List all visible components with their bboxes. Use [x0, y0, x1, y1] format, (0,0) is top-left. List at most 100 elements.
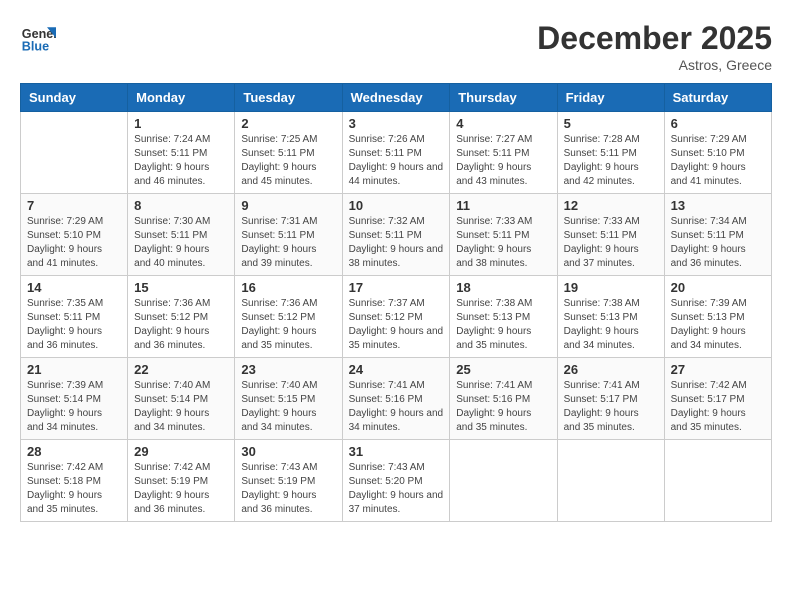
week-row-1: 1 Sunrise: 7:24 AMSunset: 5:11 PMDayligh…	[21, 112, 772, 194]
calendar-cell: 20 Sunrise: 7:39 AMSunset: 5:13 PMDaylig…	[664, 276, 771, 358]
calendar-cell: 4 Sunrise: 7:27 AMSunset: 5:11 PMDayligh…	[450, 112, 557, 194]
day-info: Sunrise: 7:42 AMSunset: 5:17 PMDaylight:…	[671, 379, 765, 435]
day-info: Sunrise: 7:43 AMSunset: 5:20 PMDaylight:…	[349, 461, 444, 517]
weekday-header-friday: Friday	[557, 84, 664, 112]
day-number: 3	[349, 116, 444, 131]
week-row-2: 7 Sunrise: 7:29 AMSunset: 5:10 PMDayligh…	[21, 194, 772, 276]
calendar-cell: 14 Sunrise: 7:35 AMSunset: 5:11 PMDaylig…	[21, 276, 128, 358]
day-number: 9	[241, 198, 335, 213]
week-row-4: 21 Sunrise: 7:39 AMSunset: 5:14 PMDaylig…	[21, 358, 772, 440]
calendar-cell: 7 Sunrise: 7:29 AMSunset: 5:10 PMDayligh…	[21, 194, 128, 276]
weekday-header-row: SundayMondayTuesdayWednesdayThursdayFrid…	[21, 84, 772, 112]
week-row-3: 14 Sunrise: 7:35 AMSunset: 5:11 PMDaylig…	[21, 276, 772, 358]
calendar-cell: 15 Sunrise: 7:36 AMSunset: 5:12 PMDaylig…	[128, 276, 235, 358]
day-info: Sunrise: 7:29 AMSunset: 5:10 PMDaylight:…	[27, 215, 121, 271]
day-number: 20	[671, 280, 765, 295]
day-number: 14	[27, 280, 121, 295]
day-number: 27	[671, 362, 765, 377]
calendar-cell: 17 Sunrise: 7:37 AMSunset: 5:12 PMDaylig…	[342, 276, 450, 358]
calendar-cell: 13 Sunrise: 7:34 AMSunset: 5:11 PMDaylig…	[664, 194, 771, 276]
weekday-header-sunday: Sunday	[21, 84, 128, 112]
calendar-cell: 25 Sunrise: 7:41 AMSunset: 5:16 PMDaylig…	[450, 358, 557, 440]
day-info: Sunrise: 7:28 AMSunset: 5:11 PMDaylight:…	[564, 133, 658, 189]
logo: General Blue	[20, 20, 60, 56]
day-info: Sunrise: 7:42 AMSunset: 5:19 PMDaylight:…	[134, 461, 228, 517]
svg-text:Blue: Blue	[22, 40, 49, 54]
day-number: 12	[564, 198, 658, 213]
day-number: 13	[671, 198, 765, 213]
day-number: 25	[456, 362, 550, 377]
day-number: 23	[241, 362, 335, 377]
calendar-cell: 5 Sunrise: 7:28 AMSunset: 5:11 PMDayligh…	[557, 112, 664, 194]
weekday-header-monday: Monday	[128, 84, 235, 112]
calendar-cell: 18 Sunrise: 7:38 AMSunset: 5:13 PMDaylig…	[450, 276, 557, 358]
calendar-cell: 23 Sunrise: 7:40 AMSunset: 5:15 PMDaylig…	[235, 358, 342, 440]
day-number: 15	[134, 280, 228, 295]
weekday-header-tuesday: Tuesday	[235, 84, 342, 112]
day-info: Sunrise: 7:36 AMSunset: 5:12 PMDaylight:…	[134, 297, 228, 353]
day-number: 6	[671, 116, 765, 131]
day-number: 2	[241, 116, 335, 131]
calendar-cell: 9 Sunrise: 7:31 AMSunset: 5:11 PMDayligh…	[235, 194, 342, 276]
day-info: Sunrise: 7:25 AMSunset: 5:11 PMDaylight:…	[241, 133, 335, 189]
calendar-cell	[21, 112, 128, 194]
day-info: Sunrise: 7:26 AMSunset: 5:11 PMDaylight:…	[349, 133, 444, 189]
day-number: 17	[349, 280, 444, 295]
calendar-cell: 22 Sunrise: 7:40 AMSunset: 5:14 PMDaylig…	[128, 358, 235, 440]
calendar-cell	[557, 440, 664, 522]
day-number: 30	[241, 444, 335, 459]
day-info: Sunrise: 7:40 AMSunset: 5:15 PMDaylight:…	[241, 379, 335, 435]
day-number: 19	[564, 280, 658, 295]
title-block: December 2025 Astros, Greece	[537, 20, 772, 73]
calendar-cell	[664, 440, 771, 522]
day-info: Sunrise: 7:30 AMSunset: 5:11 PMDaylight:…	[134, 215, 228, 271]
day-info: Sunrise: 7:27 AMSunset: 5:11 PMDaylight:…	[456, 133, 550, 189]
day-info: Sunrise: 7:33 AMSunset: 5:11 PMDaylight:…	[456, 215, 550, 271]
day-info: Sunrise: 7:41 AMSunset: 5:16 PMDaylight:…	[349, 379, 444, 435]
calendar-cell: 10 Sunrise: 7:32 AMSunset: 5:11 PMDaylig…	[342, 194, 450, 276]
calendar-cell: 11 Sunrise: 7:33 AMSunset: 5:11 PMDaylig…	[450, 194, 557, 276]
day-info: Sunrise: 7:39 AMSunset: 5:14 PMDaylight:…	[27, 379, 121, 435]
calendar-table: SundayMondayTuesdayWednesdayThursdayFrid…	[20, 83, 772, 522]
calendar-cell: 31 Sunrise: 7:43 AMSunset: 5:20 PMDaylig…	[342, 440, 450, 522]
day-info: Sunrise: 7:38 AMSunset: 5:13 PMDaylight:…	[456, 297, 550, 353]
day-info: Sunrise: 7:34 AMSunset: 5:11 PMDaylight:…	[671, 215, 765, 271]
day-number: 28	[27, 444, 121, 459]
day-number: 4	[456, 116, 550, 131]
day-number: 29	[134, 444, 228, 459]
day-info: Sunrise: 7:36 AMSunset: 5:12 PMDaylight:…	[241, 297, 335, 353]
day-number: 5	[564, 116, 658, 131]
day-number: 7	[27, 198, 121, 213]
calendar-cell: 21 Sunrise: 7:39 AMSunset: 5:14 PMDaylig…	[21, 358, 128, 440]
day-info: Sunrise: 7:43 AMSunset: 5:19 PMDaylight:…	[241, 461, 335, 517]
day-number: 8	[134, 198, 228, 213]
day-info: Sunrise: 7:32 AMSunset: 5:11 PMDaylight:…	[349, 215, 444, 271]
day-number: 21	[27, 362, 121, 377]
location: Astros, Greece	[537, 57, 772, 73]
day-number: 16	[241, 280, 335, 295]
calendar-cell: 27 Sunrise: 7:42 AMSunset: 5:17 PMDaylig…	[664, 358, 771, 440]
day-info: Sunrise: 7:40 AMSunset: 5:14 PMDaylight:…	[134, 379, 228, 435]
day-number: 24	[349, 362, 444, 377]
weekday-header-saturday: Saturday	[664, 84, 771, 112]
calendar-cell: 29 Sunrise: 7:42 AMSunset: 5:19 PMDaylig…	[128, 440, 235, 522]
day-number: 1	[134, 116, 228, 131]
logo-icon: General Blue	[20, 20, 56, 56]
day-info: Sunrise: 7:35 AMSunset: 5:11 PMDaylight:…	[27, 297, 121, 353]
calendar-cell: 24 Sunrise: 7:41 AMSunset: 5:16 PMDaylig…	[342, 358, 450, 440]
day-info: Sunrise: 7:37 AMSunset: 5:12 PMDaylight:…	[349, 297, 444, 353]
weekday-header-wednesday: Wednesday	[342, 84, 450, 112]
calendar-cell: 6 Sunrise: 7:29 AMSunset: 5:10 PMDayligh…	[664, 112, 771, 194]
day-number: 26	[564, 362, 658, 377]
calendar-cell	[450, 440, 557, 522]
day-info: Sunrise: 7:39 AMSunset: 5:13 PMDaylight:…	[671, 297, 765, 353]
day-number: 11	[456, 198, 550, 213]
calendar-cell: 16 Sunrise: 7:36 AMSunset: 5:12 PMDaylig…	[235, 276, 342, 358]
day-info: Sunrise: 7:33 AMSunset: 5:11 PMDaylight:…	[564, 215, 658, 271]
calendar-cell: 2 Sunrise: 7:25 AMSunset: 5:11 PMDayligh…	[235, 112, 342, 194]
day-info: Sunrise: 7:42 AMSunset: 5:18 PMDaylight:…	[27, 461, 121, 517]
calendar-cell: 30 Sunrise: 7:43 AMSunset: 5:19 PMDaylig…	[235, 440, 342, 522]
weekday-header-thursday: Thursday	[450, 84, 557, 112]
calendar-cell: 12 Sunrise: 7:33 AMSunset: 5:11 PMDaylig…	[557, 194, 664, 276]
day-info: Sunrise: 7:41 AMSunset: 5:16 PMDaylight:…	[456, 379, 550, 435]
